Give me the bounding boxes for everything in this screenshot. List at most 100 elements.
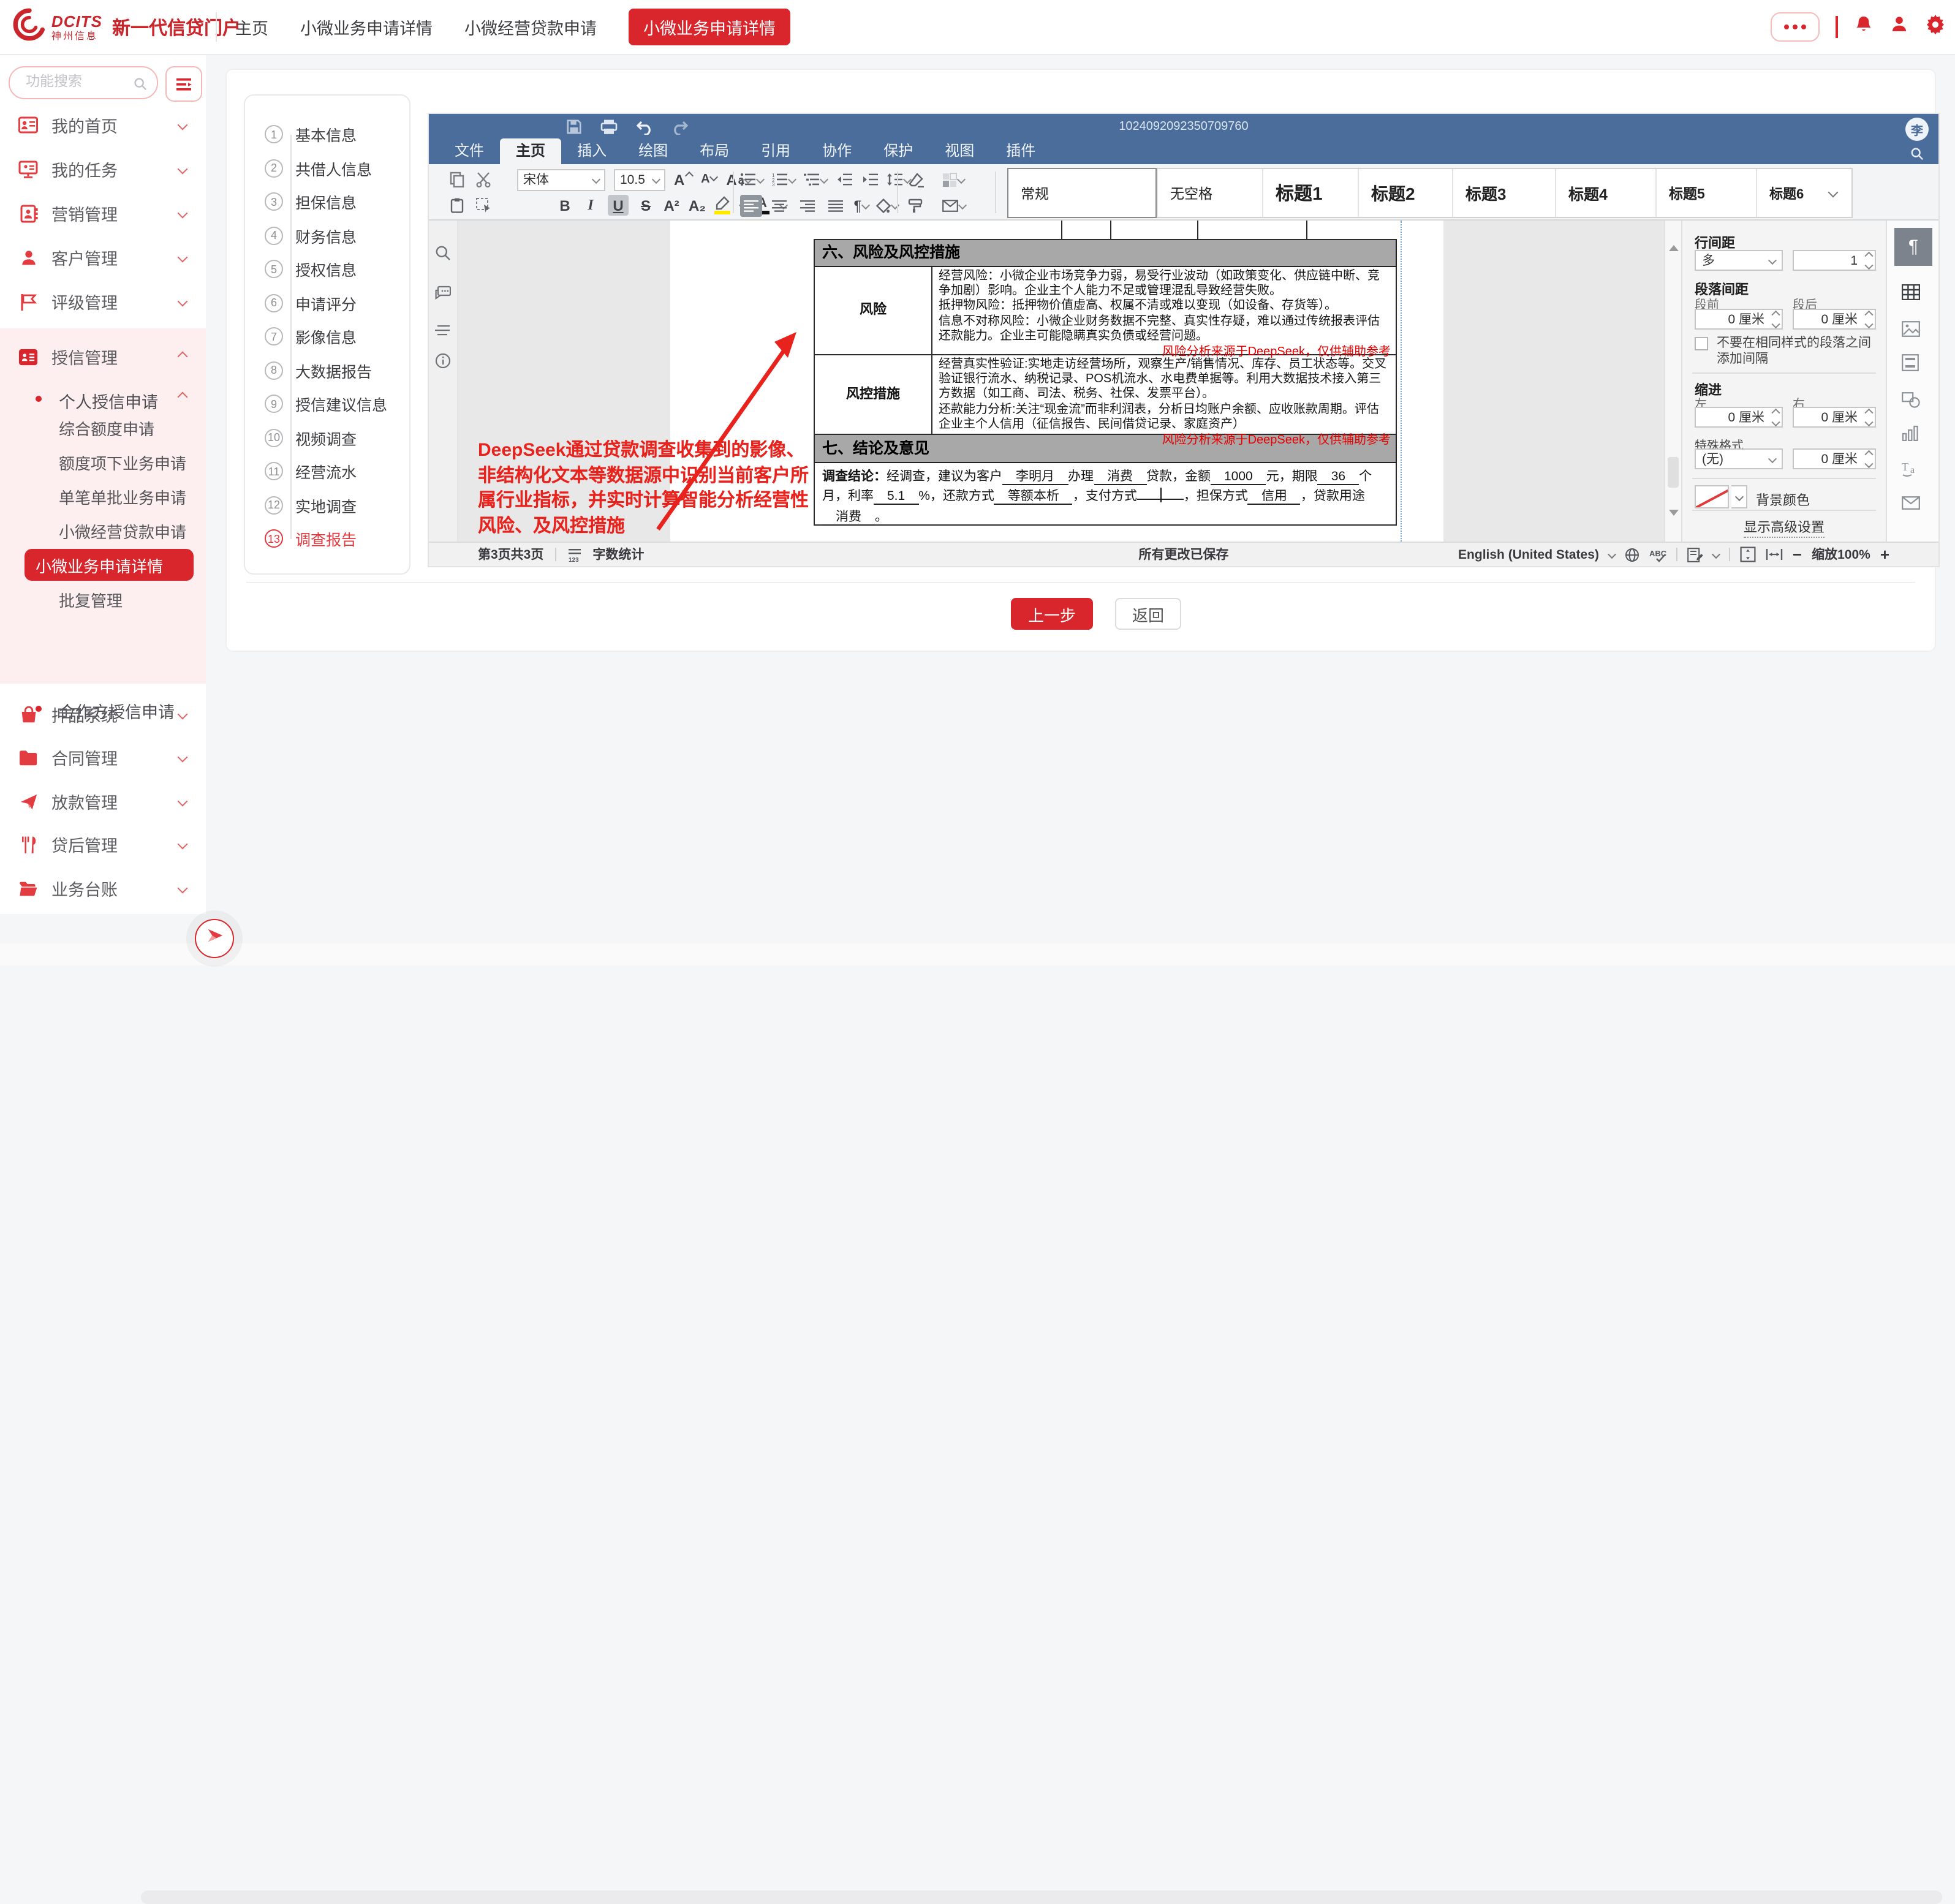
- stepper-step[interactable]: 4 财务信息: [245, 219, 409, 252]
- sidebar-item-rating[interactable]: 评级管理: [0, 283, 206, 320]
- table-tool-icon[interactable]: [1902, 284, 1920, 306]
- envelope-icon[interactable]: [942, 195, 966, 215]
- select-icon[interactable]: [474, 195, 491, 215]
- align-right-icon[interactable]: [796, 194, 819, 216]
- back-button[interactable]: 返回: [1115, 598, 1181, 630]
- decrease-indent-icon[interactable]: [836, 170, 853, 189]
- editor-menu-tab[interactable]: 引用: [745, 138, 806, 164]
- multilevel-list-icon[interactable]: [804, 170, 827, 189]
- underline-icon[interactable]: U: [608, 195, 629, 216]
- style-option[interactable]: 标题5: [1655, 169, 1756, 217]
- advanced-settings-link[interactable]: 显示高级设置: [1682, 517, 1886, 537]
- sidebar-sub-item[interactable]: 单笔单批业务申请: [59, 485, 186, 508]
- sidebar-item-contracts[interactable]: 合同管理: [0, 739, 206, 776]
- justify-icon[interactable]: [825, 194, 847, 216]
- superscript-icon[interactable]: A²: [663, 195, 680, 215]
- style-option[interactable]: 标题4: [1555, 169, 1655, 217]
- edit-mode-icon[interactable]: [1687, 547, 1703, 562]
- fit-page-icon[interactable]: [1740, 546, 1756, 562]
- horizontal-scrollbar-thumb[interactable]: [141, 1891, 1942, 1904]
- stepper-step[interactable]: 8 大数据报告: [245, 353, 409, 387]
- bold-icon[interactable]: B: [556, 195, 573, 215]
- header-tab[interactable]: 小微经营贷款申请: [464, 15, 597, 39]
- paragraph-mark-icon[interactable]: ¶: [853, 195, 870, 215]
- image-tool-icon[interactable]: [1902, 321, 1920, 343]
- sidebar-sub-item[interactable]: 综合额度申请: [59, 417, 154, 440]
- zoom-level[interactable]: 缩放100%: [1812, 545, 1870, 564]
- chart-tool-icon[interactable]: [1902, 425, 1919, 447]
- space-before-input[interactable]: 0 厘米: [1695, 309, 1783, 330]
- outline-icon[interactable]: [435, 321, 451, 343]
- cut-icon[interactable]: [474, 170, 491, 189]
- editor-menu-tab[interactable]: 文件: [439, 138, 500, 164]
- spellcheck-icon[interactable]: ABC: [1649, 547, 1666, 562]
- italic-icon[interactable]: I: [582, 195, 599, 215]
- grow-font-icon[interactable]: A: [674, 170, 692, 189]
- scrollbar-thumb[interactable]: [1668, 457, 1679, 488]
- comments-icon[interactable]: [435, 284, 451, 306]
- align-left-icon[interactable]: [740, 194, 762, 216]
- language-dropdown-icon[interactable]: [1608, 550, 1616, 559]
- editor-menu-tab[interactable]: 绘图: [622, 138, 684, 164]
- indent-left-input[interactable]: 0 厘米: [1695, 407, 1783, 428]
- style-option[interactable]: 无空格: [1157, 169, 1262, 217]
- sidebar-item-disbursement[interactable]: 放款管理: [0, 783, 206, 820]
- line-spacing-select[interactable]: 多: [1695, 250, 1783, 271]
- editor-menu-tab[interactable]: 主页: [500, 138, 561, 164]
- shading-icon[interactable]: [876, 195, 898, 215]
- shading-grid-icon[interactable]: [942, 170, 964, 189]
- globe-icon[interactable]: [1625, 547, 1639, 562]
- editor-menu-tab[interactable]: 协作: [806, 138, 868, 164]
- paste-icon[interactable]: [448, 195, 466, 215]
- sidebar-item-credit-mgmt[interactable]: 授信管理: [0, 338, 206, 375]
- send-float-button[interactable]: [195, 919, 234, 958]
- stepper-step[interactable]: 9 授信建议信息: [245, 387, 409, 421]
- editor-search-icon[interactable]: [1910, 145, 1924, 167]
- bullet-list-icon[interactable]: [740, 170, 763, 189]
- font-size-select[interactable]: 10.5: [614, 168, 665, 191]
- edit-mode-dropdown-icon[interactable]: [1712, 550, 1720, 559]
- stepper-step[interactable]: 10 视频调查: [245, 421, 409, 455]
- align-center-icon[interactable]: [768, 194, 790, 216]
- sidebar-item-post-loan[interactable]: 贷后管理: [0, 826, 206, 863]
- highlight-color-icon[interactable]: [714, 195, 732, 215]
- stepper-step[interactable]: 2 共借人信息: [245, 151, 409, 185]
- background-color-swatch[interactable]: [1695, 485, 1729, 508]
- language-label[interactable]: English (United States): [1458, 547, 1599, 562]
- sidebar-item-active[interactable]: 小微业务申请详情: [25, 549, 194, 581]
- style-option[interactable]: 标题1: [1262, 169, 1358, 217]
- numbered-list-icon[interactable]: 123: [772, 170, 795, 189]
- sidebar-item-ledger[interactable]: 业务台账: [0, 870, 206, 907]
- header-tab[interactable]: 小微业务申请详情: [300, 15, 433, 39]
- editor-menu-tab[interactable]: 插件: [990, 138, 1051, 164]
- stepper-step[interactable]: 1 基本信息: [245, 118, 409, 151]
- editor-menu-tab[interactable]: 保护: [868, 138, 929, 164]
- gear-icon[interactable]: [1924, 13, 1945, 40]
- space-after-input[interactable]: 0 厘米: [1793, 309, 1876, 330]
- indent-right-input[interactable]: 0 厘米: [1793, 407, 1876, 428]
- sidebar-item-marketing[interactable]: 营销管理: [0, 195, 206, 232]
- page-layout-tool-icon[interactable]: [1902, 354, 1919, 377]
- no-space-checkbox[interactable]: [1695, 337, 1708, 350]
- subscript-icon[interactable]: A₂: [689, 195, 706, 215]
- horizontal-scrollbar-track[interactable]: [0, 943, 1955, 965]
- user-icon[interactable]: [1889, 14, 1908, 40]
- font-family-select[interactable]: 宋体: [517, 168, 605, 191]
- bell-icon[interactable]: [1853, 14, 1873, 40]
- header-tab[interactable]: 小微业务申请详情: [629, 9, 790, 45]
- sidebar-sub-item[interactable]: 额度项下业务申请: [59, 451, 186, 474]
- sidebar-item-customers[interactable]: 客户管理: [0, 239, 206, 276]
- clear-format-icon[interactable]: [907, 170, 924, 189]
- style-option[interactable]: 标题3: [1452, 169, 1555, 217]
- special-format-select[interactable]: (无): [1695, 448, 1783, 469]
- text-art-tool-icon[interactable]: Ta: [1902, 459, 1920, 483]
- sidebar-item-my-home[interactable]: 我的首页: [0, 107, 206, 143]
- vertical-scrollbar[interactable]: [1664, 221, 1681, 542]
- find-icon[interactable]: [435, 245, 451, 267]
- special-format-amount[interactable]: 0 厘米: [1793, 448, 1876, 469]
- background-color-dropdown-icon[interactable]: [1731, 485, 1747, 508]
- sidebar-sub-item[interactable]: 小微经营贷款申请: [59, 519, 186, 543]
- shapes-tool-icon[interactable]: [1902, 392, 1920, 414]
- stepper-step[interactable]: 5 授权信息: [245, 252, 409, 286]
- stepper-step[interactable]: 12 实地调查: [245, 488, 409, 522]
